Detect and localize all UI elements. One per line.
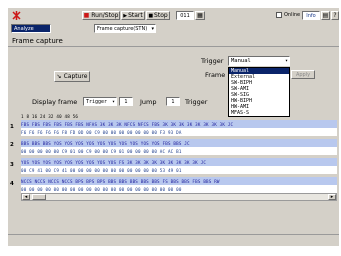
table-row[interactable]: F6 F6 F6 F6 F6 F8 FD 0D 00 C9 00 00 00 0… [21,128,337,136]
start-button[interactable]: ▶ Start [121,11,145,20]
horizontal-scrollbar[interactable]: ◂ ▸ [21,193,337,201]
stop-button[interactable]: ■ Stop [146,11,170,20]
trigger-select-value: Manual [231,58,251,64]
chevron-down-icon: ▾ [151,25,154,32]
table-row[interactable]: NCCS NCCS NCCS NCCS BPS BPS BPS BBS BBS … [21,177,337,185]
table-row[interactable]: YOS YOS YOS YOS YOS YOS YOS YOS YOS FS 3… [21,158,337,166]
frame-label: Frame [205,71,226,79]
chevron-down-icon: ▾ [284,58,288,64]
table-row[interactable]: 00 00 00 00 00 C9 01 00 C9 00 00 C9 01 0… [21,147,337,155]
trigger-jump-label: Trigger [185,98,208,106]
table-row[interactable]: 00 C9 41 00 C9 41 00 00 00 00 00 00 00 0… [21,166,337,174]
jump-label: Jump [140,98,157,106]
display-frame-value: Trigger [86,98,108,105]
run-stop-button[interactable]: ■ Run/Stop [82,11,120,20]
view-select-value: Frame capture(STN) [97,25,148,32]
view-select[interactable]: Frame capture(STN) ▾ [94,24,156,33]
row-number: 2 [10,142,14,148]
dropdown-option[interactable]: MFAS-S [229,110,289,116]
trigger-select[interactable]: Manual ▾ [228,56,290,66]
row-number: 4 [10,181,14,187]
panel-title: Frame capture [12,37,63,45]
apply-button[interactable]: Apply [291,70,315,79]
mode-value: Info [306,12,316,19]
play-icon: ▶ [123,12,128,19]
grid-icon: ▦ [197,12,203,19]
trigger-label: Trigger [201,57,224,65]
module-select[interactable]: Analyze [11,24,51,33]
row-number: 3 [10,162,14,168]
chevron-right-icon: ▸ [330,194,334,200]
display-frame-offset-value: 1 [124,98,128,105]
run-stop-label: Run/Stop [91,12,119,19]
stop-icon: ■ [148,12,154,19]
counter-value: 011 [180,12,190,19]
chevron-down-icon: ▾ [111,98,115,105]
online-checkbox[interactable] [276,12,282,18]
counter-display: 011 [176,11,194,20]
capture-label: Capture [63,73,88,80]
stop-label: Stop [154,12,168,19]
table-row[interactable]: 00 00 00 00 00 00 00 00 00 00 00 00 00 0… [21,185,337,193]
jump-field[interactable]: 1 [166,97,180,106]
jump-value: 1 [171,98,175,105]
display-frame-label: Display frame [32,98,78,106]
grid-button[interactable]: ▦ [195,11,205,20]
scroll-left-button[interactable]: ◂ [22,194,30,200]
scroll-thumb[interactable] [32,194,46,200]
capture-icon: ↘ [56,73,62,80]
help-button[interactable]: ? [331,11,339,20]
divider [8,46,339,47]
frame-grid[interactable]: 1 8 16 24 32 40 48 56 1 FBS FBS FBS FBS … [8,112,339,200]
start-label: Start [128,12,143,19]
app-icon[interactable] [12,11,21,20]
display-frame-select[interactable]: Trigger ▾ [83,97,117,106]
display-frame-offset[interactable]: 1 [119,97,133,106]
app-window: ■ Run/Stop ▶ Start ■ Stop 011 ▦ Online I… [8,8,339,246]
table-row[interactable]: BBS BBS BBS YOS YOS YOS YOS YOS YOS YOS … [21,139,337,147]
status-bar [8,234,339,246]
run-icon: ■ [83,12,90,19]
apply-label: Apply [295,71,311,78]
online-label: Online [284,12,301,18]
mode-field[interactable]: Info [302,11,320,20]
chart-icon: ▤ [322,12,329,19]
module-select-value: Analyze [14,25,34,32]
chevron-left-icon: ◂ [24,194,28,200]
trigger-dropdown-list[interactable]: Manual External SW-BIPH SW-AMI SW-SIG HW… [228,67,290,117]
capture-button[interactable]: ↘ Capture [54,71,90,82]
row-number: 1 [10,124,14,130]
chart-button[interactable]: ▤ [321,11,330,20]
scroll-right-button[interactable]: ▸ [328,194,336,200]
help-icon: ? [333,12,337,19]
table-row[interactable]: FBS FBS FBS FBS FBS FBS NFAS 3K 3K 3K NF… [21,120,337,128]
